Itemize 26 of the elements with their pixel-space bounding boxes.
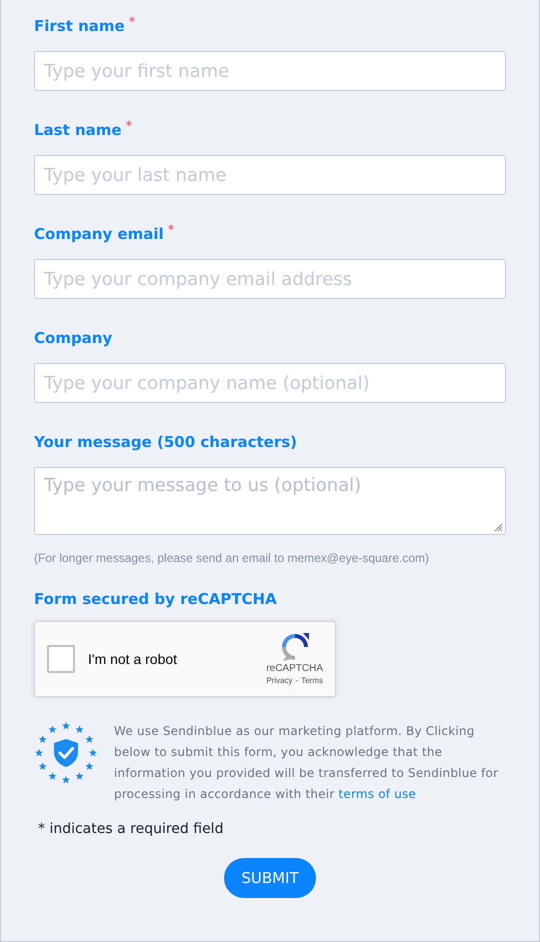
required-mark: *: [126, 118, 132, 136]
recaptcha-brand: reCAPTCHA: [266, 663, 323, 675]
required-note: * indicates a required field: [38, 820, 224, 839]
link-separator: -: [296, 675, 298, 687]
text-field[interactable]: Type your company name (optional): [34, 363, 506, 403]
terms-link[interactable]: Terms: [301, 675, 323, 687]
checkbox-label: I'm not a robot: [88, 650, 178, 668]
robot-checkbox[interactable]: [47, 645, 75, 673]
resize-grip-icon[interactable]: [494, 523, 503, 532]
disclaimer-text: We use Sendinblue as our marketing platform. By Clicking below to submit this form, you acknowledge that the information you provided will be transferred to Sendinblue for processing in accordance with their terms of use: [114, 723, 500, 803]
field-label: Company: [34, 328, 112, 349]
required-mark: *: [168, 222, 174, 240]
message-hint: (For longer messages, please send an email to memex@eye-square.com): [34, 550, 430, 567]
submit-button[interactable]: SUBMIT: [224, 858, 316, 898]
field-label: First name: [34, 16, 125, 37]
shield-stars-icon: [34, 721, 98, 785]
required-mark: *: [128, 14, 136, 32]
text-field[interactable]: Type your first name: [34, 51, 506, 91]
field-label: Last name: [34, 120, 122, 141]
captcha-heading: Form secured by reCAPTCHA: [34, 589, 277, 610]
text-field[interactable]: Type your company email address: [34, 259, 506, 299]
text-field[interactable]: Type your last name: [34, 155, 506, 195]
field-label: Company email: [34, 224, 164, 245]
message-field[interactable]: Type your message to us (optional): [34, 467, 506, 535]
field-label: Your message (500 characters): [34, 432, 298, 453]
privacy-link[interactable]: Privacy: [266, 675, 293, 687]
